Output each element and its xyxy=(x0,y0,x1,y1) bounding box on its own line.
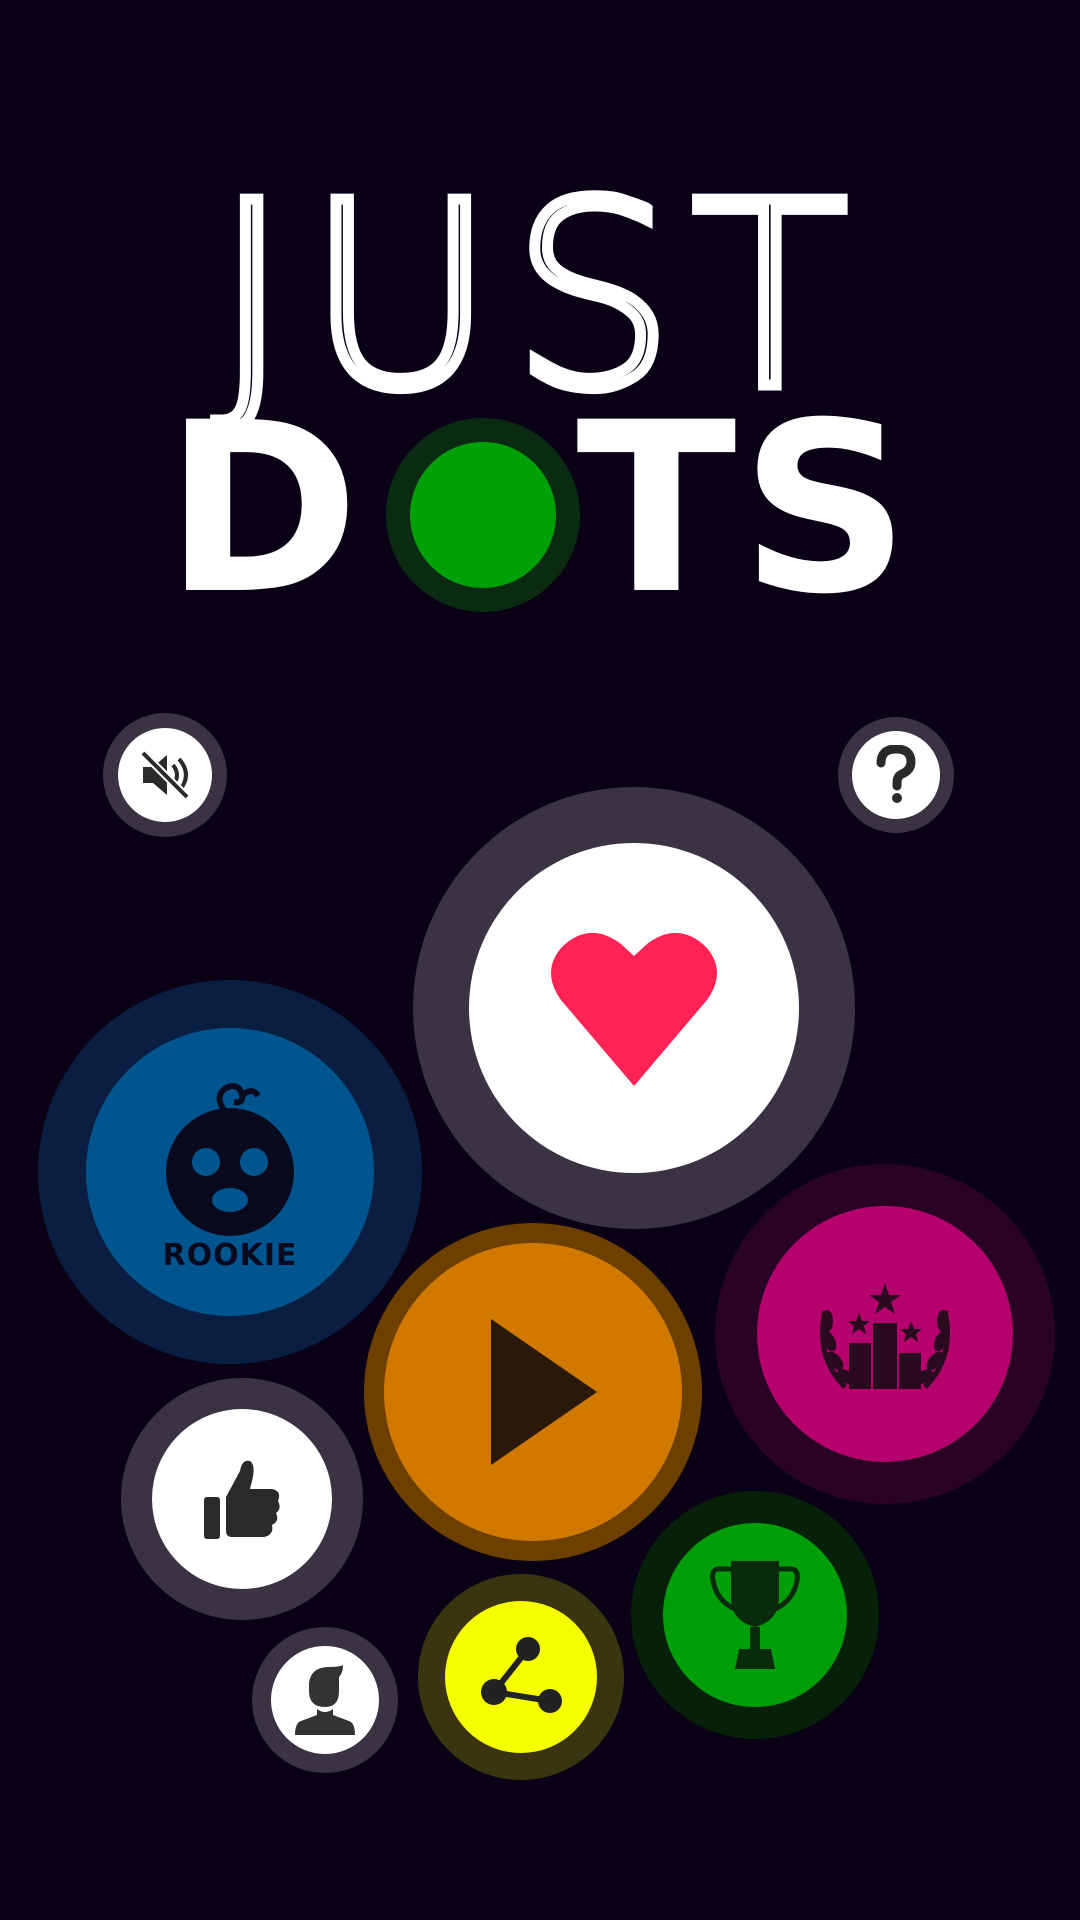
profile-button[interactable] xyxy=(252,1627,398,1773)
game-logo: JUST D TS xyxy=(164,144,914,621)
leaderboard-button[interactable] xyxy=(715,1164,1055,1504)
rank-label: ROOKIE xyxy=(162,1238,298,1273)
like-button[interactable] xyxy=(121,1378,363,1620)
logo-letter-d: D xyxy=(164,373,359,620)
mute-button[interactable] xyxy=(103,713,227,837)
baby-face-icon xyxy=(166,1083,294,1236)
logo-letters-ts: TS xyxy=(576,373,914,620)
share-icon xyxy=(481,1637,562,1713)
rank-button[interactable]: ROOKIE xyxy=(38,980,422,1364)
play-icon xyxy=(491,1319,597,1465)
podium-laurel-icon xyxy=(820,1283,950,1389)
heart-icon xyxy=(551,932,717,1086)
favorite-button[interactable] xyxy=(413,787,855,1229)
user-avatar-icon xyxy=(295,1665,355,1735)
main-menu-screen: JUST D TS ROOKIE xyxy=(0,0,1080,1920)
logo-dot xyxy=(410,442,556,588)
sound-muted-icon xyxy=(140,750,190,800)
thumbs-up-icon xyxy=(204,1460,280,1539)
achievements-button[interactable] xyxy=(631,1491,879,1739)
help-button[interactable] xyxy=(838,717,954,833)
question-mark-icon xyxy=(876,745,916,803)
share-button[interactable] xyxy=(418,1574,624,1780)
play-button[interactable] xyxy=(364,1223,702,1561)
trophy-icon xyxy=(710,1561,800,1669)
